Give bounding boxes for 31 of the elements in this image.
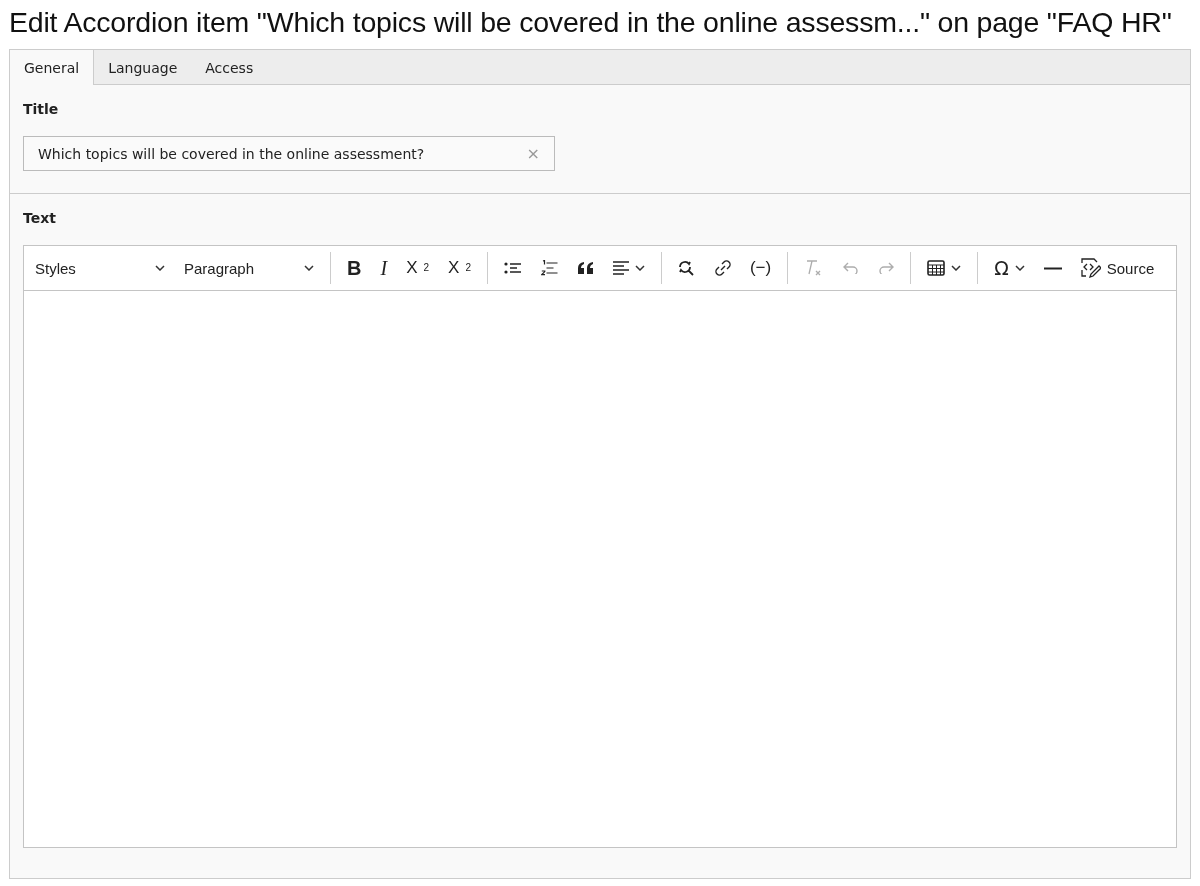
field-label: Title: [23, 101, 60, 117]
caret-icon: [634, 265, 645, 271]
horizontal-line-icon: [1043, 266, 1062, 270]
format-button[interactable]: Ω: [989, 252, 1030, 284]
tab[interactable]: Language: [94, 50, 192, 85]
caret-icon: [155, 265, 165, 271]
bulleted-list-icon: [503, 261, 522, 275]
tab[interactable]: General: [10, 50, 95, 85]
undo-icon: [843, 262, 860, 274]
title-field[interactable]: Which topics will be covered in the online assessment? ×: [23, 136, 555, 171]
format-button[interactable]: B: [342, 252, 367, 284]
page-title: Edit Accordion item "Which topics will be covered in the online assessm..." on page "FAQ HR": [9, 5, 1173, 40]
field-label: Text: [23, 210, 57, 226]
format-button[interactable]: I: [375, 252, 393, 284]
tab[interactable]: Access: [191, 50, 268, 85]
find-replace-icon: [677, 260, 696, 276]
code-edit-icon: [1080, 258, 1101, 278]
source-button[interactable]: Source: [1075, 254, 1160, 282]
redo-icon: [878, 262, 895, 274]
table-icon: [927, 260, 946, 276]
caret-icon: [304, 265, 314, 271]
format-button[interactable]: X$^{2}$: [443, 252, 476, 284]
caret-icon: [1014, 265, 1025, 271]
quote-icon: [577, 262, 594, 274]
style-dropdown[interactable]: Styles: [30, 255, 170, 281]
format-button[interactable]: (−): [744, 252, 777, 284]
numbered-list-icon: [540, 260, 559, 276]
caret-icon: [951, 265, 962, 271]
style-dropdown[interactable]: Paragraph: [179, 255, 319, 281]
link-icon: [714, 260, 731, 276]
align-left-icon: [612, 261, 629, 275]
